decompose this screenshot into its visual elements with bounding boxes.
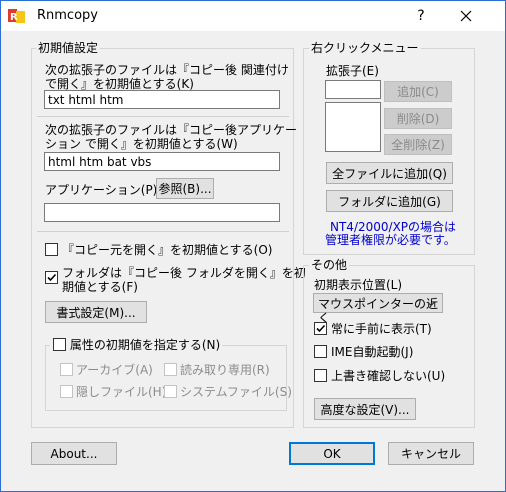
open-source-checkbox[interactable] [45, 243, 58, 256]
app-icon: R [8, 9, 25, 23]
system-label: システムファイル(S) [180, 385, 292, 399]
about-button[interactable]: About... [31, 442, 117, 465]
position-select[interactable]: マウスポインターの近く [313, 293, 443, 325]
overwrite-checkbox[interactable] [314, 369, 327, 382]
folder-label-line2: 期値とする(F) [62, 280, 138, 294]
ext-input[interactable] [325, 80, 381, 99]
chevron-down-icon [427, 301, 435, 307]
hidden-checkbox[interactable] [60, 385, 73, 398]
browse-button[interactable]: 参照(B)... [156, 178, 214, 199]
topmost-checkbox[interactable] [314, 322, 327, 335]
archive-label: アーカイブ(A) [76, 363, 153, 377]
check-icon [47, 273, 57, 282]
readonly-checkbox[interactable] [164, 363, 177, 376]
initial-settings-legend: 初期値設定 [36, 41, 101, 55]
advanced-settings-button[interactable]: 高度な設定(V)... [314, 398, 416, 420]
ext2-label-line1: 次の拡張子のファイルは『コピー後アプリケー [45, 123, 298, 137]
context-menu-legend: 右クリックメニュー [309, 41, 421, 55]
ime-label: IME自動起動(J) [331, 345, 414, 359]
close-icon [460, 10, 472, 22]
ext2-label-line2: ション で開く』を初期値とする(W) [45, 137, 238, 151]
other-legend: その他 [309, 258, 350, 272]
position-label: 初期表示位置(L) [314, 278, 403, 292]
rnmcopy-dialog: R Rnmcopy ? 初期値設定 次の拡張子のファイルは『コピー後 関連付け … [0, 0, 506, 492]
delete-all-button[interactable]: 全削除(Z) [384, 134, 452, 155]
attributes-checkbox[interactable] [53, 338, 66, 351]
app-input[interactable] [44, 203, 280, 222]
archive-checkbox[interactable] [60, 363, 73, 376]
admin-note-line2: 管理者権限が必要です。 [325, 233, 456, 247]
topmost-label: 常に手前に表示(T) [331, 322, 432, 336]
system-checkbox[interactable] [164, 385, 177, 398]
attributes-legend: 属性の初期値を指定する(N) [50, 338, 223, 352]
ext2-input[interactable]: html htm bat vbs [44, 152, 280, 171]
ext1-input[interactable]: txt html htm [44, 90, 280, 109]
ext-label: 拡張子(E) [326, 64, 379, 78]
readonly-label: 読み取り専用(R) [180, 363, 270, 377]
delete-button[interactable]: 削除(D) [384, 108, 452, 129]
window-title: Rnmcopy [37, 8, 98, 23]
attributes-group [45, 345, 287, 411]
hidden-label: 隠しファイル(H) [76, 385, 167, 399]
admin-note-line1: NT4/2000/XPの場合は [330, 220, 457, 234]
add-folder-button[interactable]: フォルダに追加(G) [326, 190, 453, 212]
app-label: アプリケーション(P) [45, 183, 158, 197]
ext1-label-line2: で開く』を初期値とする(K) [45, 77, 194, 91]
ext1-label-line1: 次の拡張子のファイルは『コピー後 関連付け [45, 63, 289, 77]
add-all-files-button[interactable]: 全ファイルに追加(Q) [326, 162, 453, 184]
check-icon [316, 324, 326, 333]
help-button[interactable]: ? [399, 1, 443, 31]
separator [37, 231, 289, 232]
ime-checkbox[interactable] [314, 345, 327, 358]
separator [37, 116, 289, 117]
title-bar: R Rnmcopy ? [1, 1, 505, 31]
attributes-label: 属性の初期値を指定する(N) [69, 338, 221, 352]
folder-checkbox[interactable] [45, 271, 58, 284]
ok-button[interactable]: OK [289, 442, 375, 465]
open-source-label: 『コピー元を開く』を初期値とする(O) [62, 243, 273, 257]
close-button[interactable] [443, 1, 489, 31]
svg-text:R: R [10, 12, 18, 23]
ext-listbox[interactable] [325, 102, 381, 152]
overwrite-label: 上書き確認しない(U) [331, 369, 446, 383]
format-settings-button[interactable]: 書式設定(M)... [45, 301, 147, 323]
folder-label-line1: フォルダは『コピー後 フォルダを開く』を初 [62, 266, 306, 280]
add-button[interactable]: 追加(C) [384, 81, 452, 102]
cancel-button[interactable]: キャンセル [388, 442, 474, 465]
